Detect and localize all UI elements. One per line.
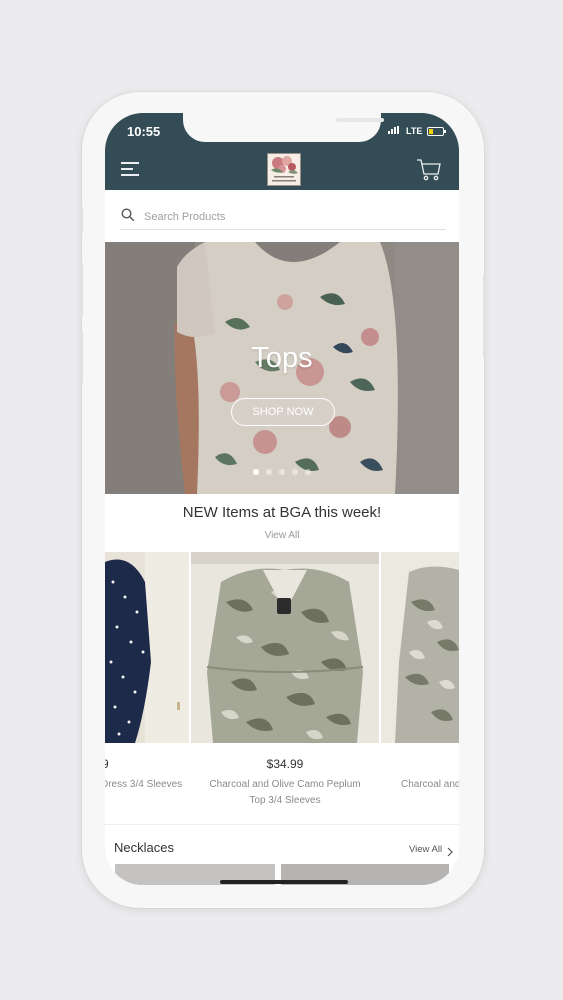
hamburger-menu-icon[interactable] <box>121 162 139 178</box>
product-price: 9 <box>105 757 109 771</box>
status-time: 10:55 <box>127 124 161 139</box>
carousel-dot[interactable] <box>253 469 259 475</box>
status-bar: 10:55 LTE <box>105 113 459 145</box>
speaker-grille <box>336 118 384 122</box>
chevron-right-icon[interactable] <box>446 844 454 857</box>
carousel-dot[interactable] <box>266 469 272 475</box>
shopping-cart-icon[interactable] <box>416 158 442 182</box>
signal-icon <box>388 126 399 134</box>
app-header <box>105 145 459 190</box>
store-logo[interactable] <box>267 153 301 186</box>
product-name: Charcoal and Olive Camo Peplum Top 3/4 S… <box>209 779 361 806</box>
new-items-view-all[interactable]: View All <box>105 530 459 541</box>
carousel-pagination <box>253 469 311 475</box>
necklaces-title: Necklaces <box>114 840 174 855</box>
phone-volume-up <box>80 262 83 316</box>
carousel-dot[interactable] <box>305 469 311 475</box>
search-icon <box>121 208 135 222</box>
search-input[interactable] <box>142 207 436 227</box>
carousel-dot[interactable] <box>279 469 285 475</box>
product-image <box>191 552 379 743</box>
network-type: LTE <box>406 126 423 136</box>
product-name: Dress 3/4 Sleeves <box>105 779 183 790</box>
section-divider <box>105 824 459 825</box>
search-bar[interactable] <box>120 205 446 230</box>
product-carousel: 9 Dress 3/4 Sleeves $34.99 Charcoal and … <box>105 552 459 806</box>
battery-icon <box>427 127 446 136</box>
phone-power-button <box>483 274 486 358</box>
product-image <box>105 552 189 743</box>
new-items-title: NEW Items at BGA this week! <box>182 504 382 521</box>
notch <box>183 113 384 142</box>
product-image <box>381 552 459 743</box>
carousel-dot[interactable] <box>292 469 298 475</box>
hero-title: Tops <box>251 342 313 374</box>
product-name: Charcoal and Swe <box>401 779 459 790</box>
hero-banner[interactable]: Tops SHOP NOW <box>105 242 459 494</box>
phone-silent-switch <box>80 206 83 234</box>
home-indicator[interactable] <box>220 880 348 884</box>
product-price: $34.99 <box>266 757 304 771</box>
shop-now-button[interactable]: SHOP NOW <box>231 398 335 426</box>
app-screen: 10:55 LTE Search Products Tops SHOP NOW … <box>105 113 459 885</box>
necklaces-view-all[interactable]: View All <box>409 844 442 855</box>
phone-volume-down <box>80 330 83 384</box>
